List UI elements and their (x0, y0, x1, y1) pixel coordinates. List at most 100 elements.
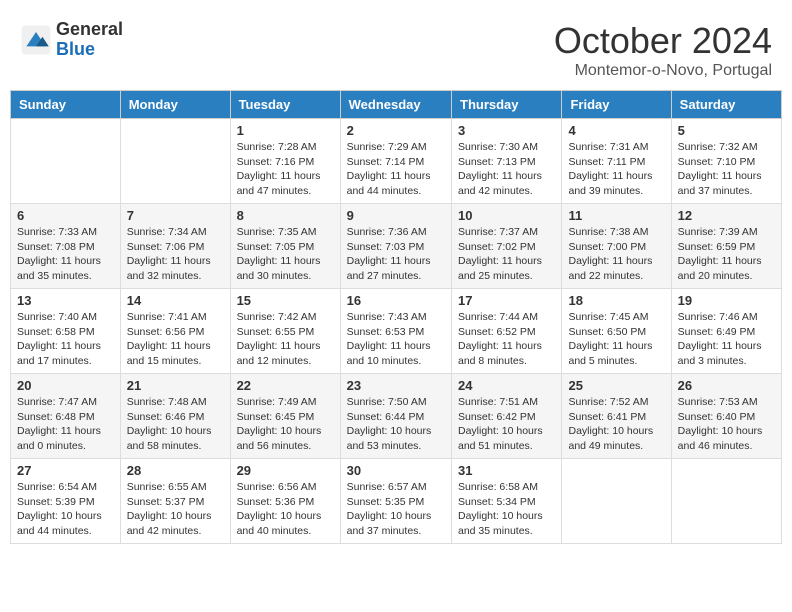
calendar-day-cell: 1 Sunrise: 7:28 AM Sunset: 7:16 PM Daylig… (230, 119, 340, 204)
calendar-day-cell: 29Sunrise: 6:56 AM Sunset: 5:36 PM Dayli… (230, 459, 340, 544)
calendar-day-cell: 17 Sunrise: 7:44 AM Sunset: 6:52 PM Dayli… (452, 289, 562, 374)
calendar-day-cell: 16 Sunrise: 7:43 AM Sunset: 6:53 PM Dayli… (340, 289, 451, 374)
day-info: Sunrise: 7:39 AM Sunset: 6:59 PM Dayligh… (678, 225, 775, 284)
day-info: Sunrise: 7:44 AM Sunset: 6:52 PM Dayligh… (458, 310, 555, 369)
location-text: Montemor-o-Novo, Portugal (554, 62, 772, 80)
day-number: 6 (17, 208, 114, 223)
day-info: Sunrise: 6:55 AM Sunset: 5:37 PM Dayligh… (127, 480, 224, 539)
day-info: Sunrise: 7:29 AM Sunset: 7:14 PM Dayligh… (347, 140, 445, 199)
day-number: 14 (127, 293, 224, 308)
day-number: 25 (568, 378, 664, 393)
day-info: Sunrise: 7:40 AM Sunset: 6:58 PM Dayligh… (17, 310, 114, 369)
day-of-week-header: Wednesday (340, 91, 451, 119)
calendar-day-cell: 24Sunrise: 7:51 AM Sunset: 6:42 PM Dayli… (452, 374, 562, 459)
day-info: Sunrise: 6:54 AM Sunset: 5:39 PM Dayligh… (17, 480, 114, 539)
calendar-week-row: 27 Sunrise: 6:54 AM Sunset: 5:39 PM Dayli… (11, 459, 782, 544)
day-of-week-header: Sunday (11, 91, 121, 119)
day-info: Sunrise: 7:37 AM Sunset: 7:02 PM Dayligh… (458, 225, 555, 284)
day-number: 19 (678, 293, 775, 308)
day-number: 10 (458, 208, 555, 223)
calendar-day-cell: 7 Sunrise: 7:34 AM Sunset: 7:06 PM Daylig… (120, 204, 230, 289)
calendar-day-cell: 20Sunrise: 7:47 AM Sunset: 6:48 PM Dayli… (11, 374, 121, 459)
day-number: 13 (17, 293, 114, 308)
calendar-day-cell: 12 Sunrise: 7:39 AM Sunset: 6:59 PM Dayli… (671, 204, 781, 289)
day-number: 11 (568, 208, 664, 223)
calendar-day-cell: 19 Sunrise: 7:46 AM Sunset: 6:49 PM Dayli… (671, 289, 781, 374)
day-info: Sunrise: 7:28 AM Sunset: 7:16 PM Dayligh… (237, 140, 334, 199)
day-number: 1 (237, 123, 334, 138)
day-number: 8 (237, 208, 334, 223)
day-number: 27 (17, 463, 114, 478)
day-number: 17 (458, 293, 555, 308)
day-of-week-header: Tuesday (230, 91, 340, 119)
day-number: 30 (347, 463, 445, 478)
day-number: 7 (127, 208, 224, 223)
calendar-table: SundayMondayTuesdayWednesdayThursdayFrid… (10, 90, 782, 544)
day-info: Sunrise: 7:33 AM Sunset: 7:08 PM Dayligh… (17, 225, 114, 284)
calendar-day-cell (562, 459, 671, 544)
logo-icon (20, 24, 52, 56)
day-number: 16 (347, 293, 445, 308)
calendar-day-cell: 9Sunrise: 7:36 AM Sunset: 7:03 PM Daylig… (340, 204, 451, 289)
calendar-week-row: 20Sunrise: 7:47 AM Sunset: 6:48 PM Dayli… (11, 374, 782, 459)
calendar-week-row: 13 Sunrise: 7:40 AM Sunset: 6:58 PM Dayli… (11, 289, 782, 374)
day-number: 26 (678, 378, 775, 393)
day-number: 23 (347, 378, 445, 393)
logo: General Blue (20, 20, 123, 60)
day-info: Sunrise: 7:41 AM Sunset: 6:56 PM Dayligh… (127, 310, 224, 369)
calendar-day-cell: 21Sunrise: 7:48 AM Sunset: 6:46 PM Dayli… (120, 374, 230, 459)
calendar-day-cell: 18 Sunrise: 7:45 AM Sunset: 6:50 PM Dayli… (562, 289, 671, 374)
calendar-day-cell: 22 Sunrise: 7:49 AM Sunset: 6:45 PM Dayli… (230, 374, 340, 459)
day-number: 5 (678, 123, 775, 138)
day-info: Sunrise: 7:49 AM Sunset: 6:45 PM Dayligh… (237, 395, 334, 454)
calendar-day-cell: 13 Sunrise: 7:40 AM Sunset: 6:58 PM Dayli… (11, 289, 121, 374)
day-number: 31 (458, 463, 555, 478)
day-info: Sunrise: 7:35 AM Sunset: 7:05 PM Dayligh… (237, 225, 334, 284)
day-number: 22 (237, 378, 334, 393)
calendar-day-cell: 8 Sunrise: 7:35 AM Sunset: 7:05 PM Daylig… (230, 204, 340, 289)
day-info: Sunrise: 7:45 AM Sunset: 6:50 PM Dayligh… (568, 310, 664, 369)
day-info: Sunrise: 7:34 AM Sunset: 7:06 PM Dayligh… (127, 225, 224, 284)
day-info: Sunrise: 7:50 AM Sunset: 6:44 PM Dayligh… (347, 395, 445, 454)
day-number: 21 (127, 378, 224, 393)
day-info: Sunrise: 7:43 AM Sunset: 6:53 PM Dayligh… (347, 310, 445, 369)
day-info: Sunrise: 7:30 AM Sunset: 7:13 PM Dayligh… (458, 140, 555, 199)
day-info: Sunrise: 7:31 AM Sunset: 7:11 PM Dayligh… (568, 140, 664, 199)
calendar-day-cell: 15Sunrise: 7:42 AM Sunset: 6:55 PM Dayli… (230, 289, 340, 374)
day-info: Sunrise: 7:46 AM Sunset: 6:49 PM Dayligh… (678, 310, 775, 369)
logo-general-text: General (56, 20, 123, 40)
day-info: Sunrise: 6:56 AM Sunset: 5:36 PM Dayligh… (237, 480, 334, 539)
calendar-day-cell (120, 119, 230, 204)
calendar-day-cell: 2 Sunrise: 7:29 AM Sunset: 7:14 PM Daylig… (340, 119, 451, 204)
calendar-day-cell: 3 Sunrise: 7:30 AM Sunset: 7:13 PM Daylig… (452, 119, 562, 204)
calendar-week-row: 1 Sunrise: 7:28 AM Sunset: 7:16 PM Daylig… (11, 119, 782, 204)
day-info: Sunrise: 7:53 AM Sunset: 6:40 PM Dayligh… (678, 395, 775, 454)
day-info: Sunrise: 7:52 AM Sunset: 6:41 PM Dayligh… (568, 395, 664, 454)
day-info: Sunrise: 7:32 AM Sunset: 7:10 PM Dayligh… (678, 140, 775, 199)
day-info: Sunrise: 7:38 AM Sunset: 7:00 PM Dayligh… (568, 225, 664, 284)
month-title: October 2024 (554, 20, 772, 62)
calendar-day-cell: 10 Sunrise: 7:37 AM Sunset: 7:02 PM Dayli… (452, 204, 562, 289)
calendar-day-cell: 14 Sunrise: 7:41 AM Sunset: 6:56 PM Dayli… (120, 289, 230, 374)
day-number: 18 (568, 293, 664, 308)
day-of-week-header: Saturday (671, 91, 781, 119)
title-block: October 2024 Montemor-o-Novo, Portugal (554, 20, 772, 80)
day-info: Sunrise: 6:58 AM Sunset: 5:34 PM Dayligh… (458, 480, 555, 539)
day-number: 15 (237, 293, 334, 308)
calendar-day-cell: 30Sunrise: 6:57 AM Sunset: 5:35 PM Dayli… (340, 459, 451, 544)
calendar-day-cell (671, 459, 781, 544)
logo-blue-text: Blue (56, 40, 123, 60)
day-number: 2 (347, 123, 445, 138)
calendar-day-cell: 5 Sunrise: 7:32 AM Sunset: 7:10 PM Daylig… (671, 119, 781, 204)
day-number: 20 (17, 378, 114, 393)
day-info: Sunrise: 7:36 AM Sunset: 7:03 PM Dayligh… (347, 225, 445, 284)
calendar-week-row: 6 Sunrise: 7:33 AM Sunset: 7:08 PM Daylig… (11, 204, 782, 289)
calendar-header-row: SundayMondayTuesdayWednesdayThursdayFrid… (11, 91, 782, 119)
day-number: 12 (678, 208, 775, 223)
calendar-day-cell: 26 Sunrise: 7:53 AM Sunset: 6:40 PM Dayli… (671, 374, 781, 459)
day-number: 3 (458, 123, 555, 138)
calendar-day-cell: 6 Sunrise: 7:33 AM Sunset: 7:08 PM Daylig… (11, 204, 121, 289)
calendar-day-cell: 4Sunrise: 7:31 AM Sunset: 7:11 PM Daylig… (562, 119, 671, 204)
day-of-week-header: Friday (562, 91, 671, 119)
calendar-day-cell: 25 Sunrise: 7:52 AM Sunset: 6:41 PM Dayli… (562, 374, 671, 459)
